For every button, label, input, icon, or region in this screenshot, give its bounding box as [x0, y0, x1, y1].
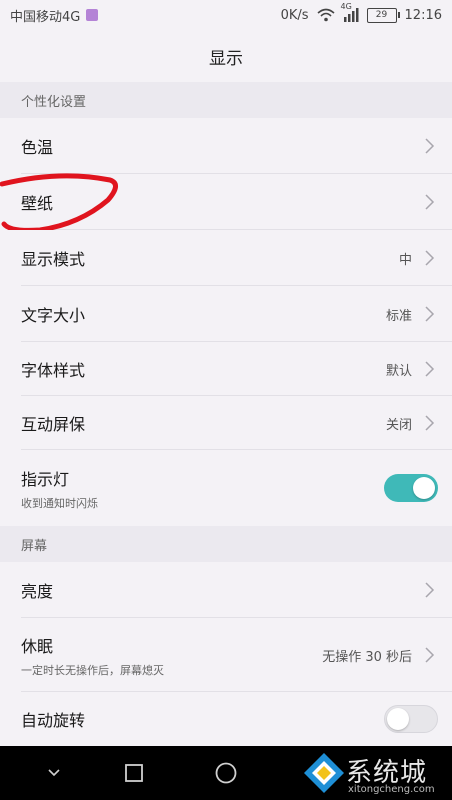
carrier-label: 中国移动4G: [10, 9, 81, 25]
section-header-screen: 屏幕: [0, 526, 452, 562]
chevron-right-icon: [425, 306, 435, 322]
annotation-circle: [0, 173, 118, 233]
watermark-logo: 系统城 xitongcheng.com: [298, 746, 452, 800]
status-right: 0K/s 4G 29 12:16: [280, 2, 442, 23]
row-label: 文字大小: [21, 306, 86, 325]
row-label: 色温: [21, 138, 54, 157]
battery-indicator: 29: [366, 7, 400, 23]
watermark-url: xitongcheng.com: [348, 784, 435, 795]
row-label: 休眠: [21, 636, 54, 656]
watermark-diamond-icon: [304, 753, 344, 793]
settings-row-display-mode[interactable]: 显示模式 中: [0, 230, 452, 286]
chevron-right-icon: [425, 194, 435, 210]
row-value: 关闭: [385, 417, 412, 433]
network-speed: 0K/s: [280, 7, 309, 23]
row-label: 指示灯: [21, 469, 70, 489]
settings-row-font-style[interactable]: 字体样式 默认: [0, 342, 452, 396]
clock: 12:16: [404, 7, 442, 23]
settings-row-brightness[interactable]: 亮度: [0, 562, 452, 618]
row-value: 标准: [385, 308, 412, 324]
settings-row-screensaver[interactable]: 互动屏保 关闭: [0, 396, 452, 450]
recents-icon[interactable]: [121, 760, 147, 786]
row-value: 无操作 30 秒后: [322, 649, 412, 665]
row-value: 中: [398, 252, 412, 268]
row-subtitle: 收到通知时闪烁: [21, 496, 98, 510]
row-label: 自动旋转: [21, 711, 86, 730]
chevron-right-icon: [425, 647, 435, 663]
row-label: 亮度: [21, 582, 54, 601]
signal-icon: 4G: [341, 2, 359, 22]
back-icon[interactable]: [41, 760, 67, 786]
settings-row-color-temp[interactable]: 色温: [0, 118, 452, 174]
chevron-right-icon: [425, 138, 435, 154]
row-label: 字体样式: [21, 361, 86, 380]
network-type-label: 4G: [340, 2, 352, 11]
chevron-right-icon: [425, 415, 435, 431]
section-header-personalization: 个性化设置: [0, 82, 452, 118]
settings-row-sleep[interactable]: 休眠 一定时长无操作后，屏幕熄灭 无操作 30 秒后: [0, 618, 452, 692]
status-bar: 中国移动4G 0K/s 4G 29 12:16: [0, 0, 452, 30]
home-icon[interactable]: [213, 760, 239, 786]
row-subtitle: 一定时长无操作后，屏幕熄灭: [21, 663, 164, 677]
row-label: 互动屏保: [21, 415, 86, 434]
chevron-right-icon: [425, 361, 435, 377]
auto-rotate-toggle[interactable]: [384, 705, 438, 733]
chevron-right-icon: [425, 582, 435, 598]
page-title: 显示: [209, 48, 243, 69]
row-value: 默认: [385, 363, 412, 379]
chevron-right-icon: [425, 250, 435, 266]
notification-badge-icon: [86, 9, 99, 21]
wifi-icon: [317, 8, 335, 22]
status-left: 中国移动4G: [10, 6, 99, 25]
indicator-toggle[interactable]: [384, 474, 438, 502]
settings-row-font-size[interactable]: 文字大小 标准: [0, 286, 452, 342]
settings-row-indicator: 指示灯 收到通知时闪烁: [0, 450, 452, 526]
settings-row-auto-rotate: 自动旋转: [0, 692, 452, 746]
row-label: 显示模式: [21, 250, 86, 269]
